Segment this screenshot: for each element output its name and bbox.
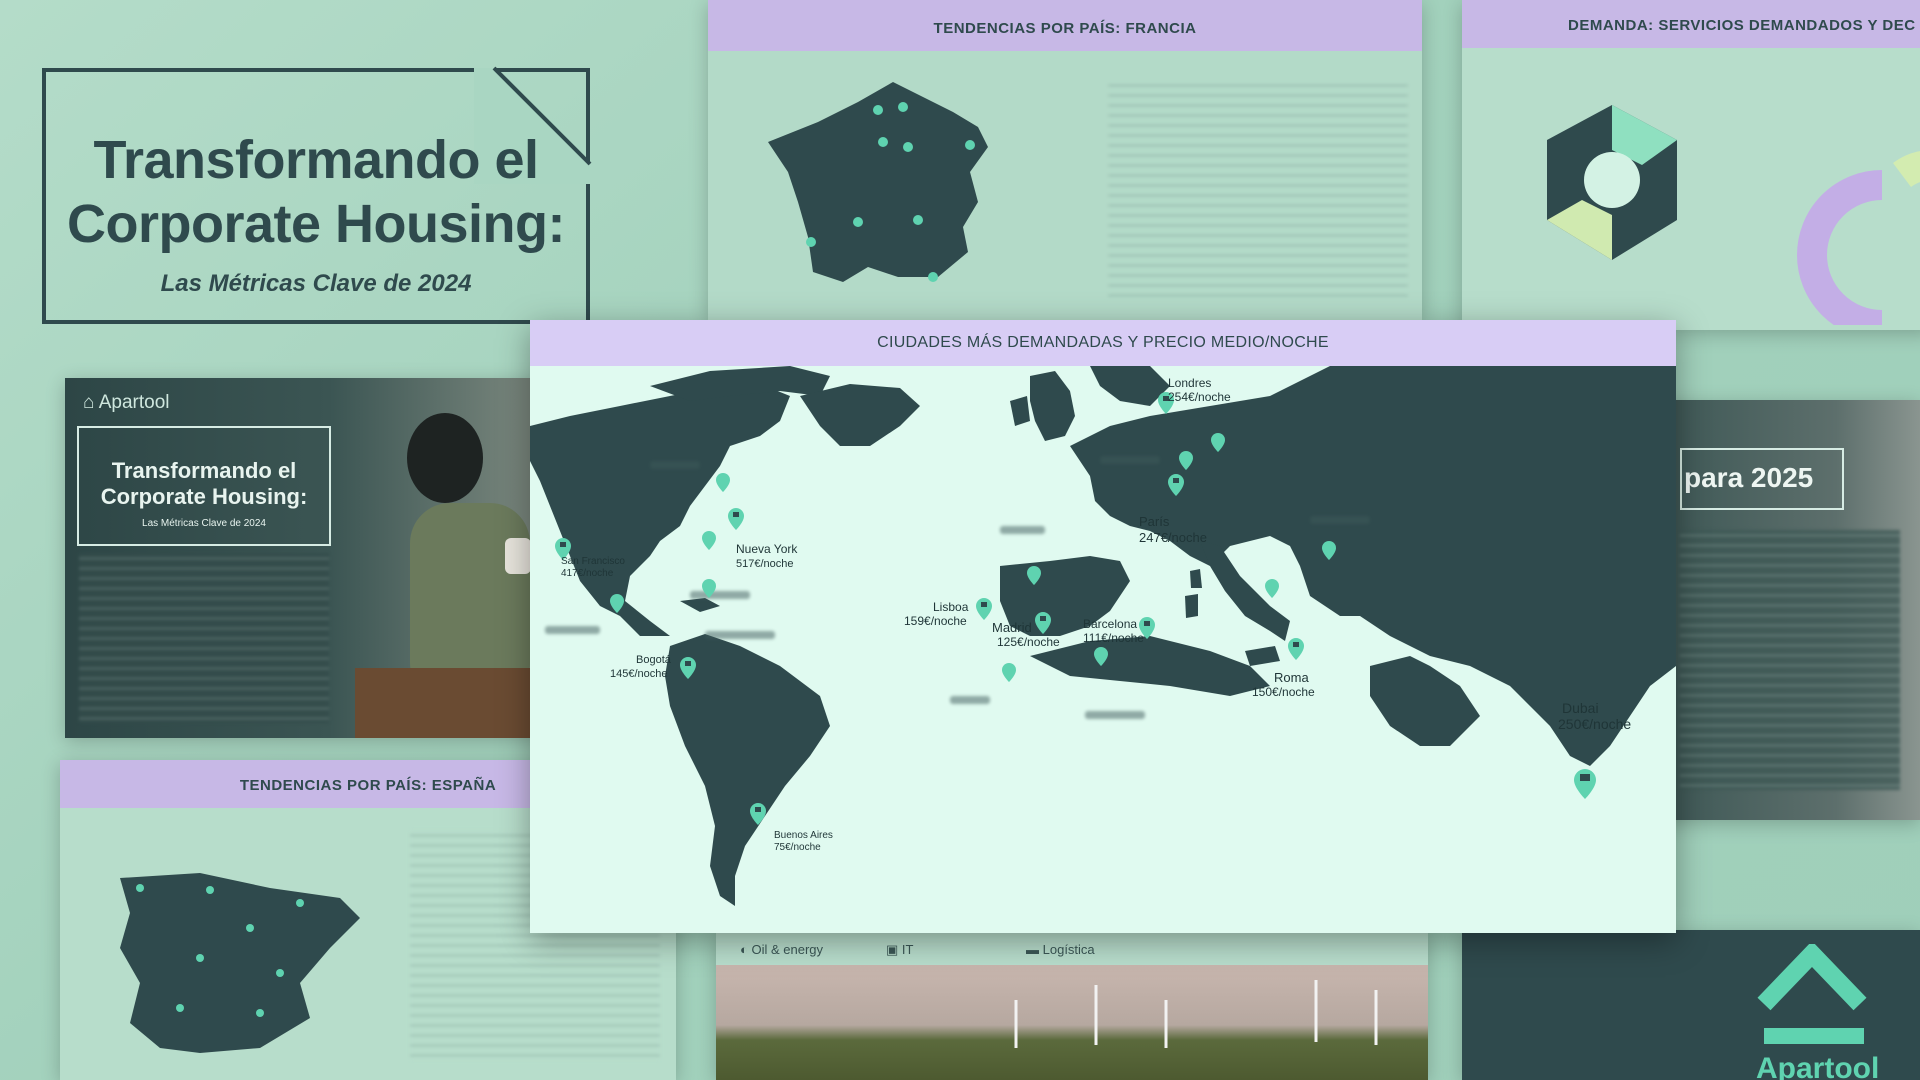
city-price-san-francisco: 417€/noche: [561, 568, 614, 579]
city-name-dubai: Dubai: [1562, 700, 1599, 716]
right-title: para 2025: [1684, 462, 1814, 493]
city-price-paris: 247€/noche: [1139, 530, 1207, 545]
city-price-madrid: 125€/noche: [997, 635, 1060, 649]
cover-title-line-2: Corporate Housing:: [100, 484, 308, 509]
city-name-nueva-york: Nueva York: [736, 542, 798, 556]
spain-header-prefix: TENDENCIAS POR PAÍS:: [239, 777, 432, 794]
city-price-buenos-aires: 75€/noche: [774, 842, 821, 853]
bottom-card: ◐ Oil & energy ▣ IT ▬ Logística: [716, 930, 1428, 1080]
demand-hex-diagram: [1547, 105, 1920, 325]
cover-brand-label: Apartool: [98, 392, 170, 413]
france-header-country: FRANCIA: [1125, 20, 1197, 37]
brand-card-label: Apartool: [1756, 1052, 1880, 1080]
city-price-nueva-york: 517€/noche: [736, 558, 794, 570]
cover-body-text: [79, 553, 329, 723]
title-heading: Transformando el Corporate Housing:: [46, 128, 586, 256]
cover-photo-person: [355, 413, 545, 738]
city-name-paris: París: [1139, 514, 1170, 529]
map-card-title: CIUDADES MÁS DEMANDADAS Y PRECIO MEDIO/N…: [530, 320, 1676, 366]
wind-turbines: [1014, 980, 1378, 1048]
title-box: Transformando el Corporate Housing: Las …: [42, 66, 592, 324]
city-name-san-francisco: San Francisco: [561, 556, 625, 567]
france-card: TENDENCIAS POR PAÍS: FRANCIA: [708, 0, 1422, 320]
city-name-lisboa: Lisboa: [933, 600, 969, 614]
city-name-roma: Roma: [1274, 670, 1309, 685]
france-card-header: TENDENCIAS POR PAÍS: FRANCIA: [708, 0, 1422, 51]
title-line-1: Transformando el: [93, 130, 539, 190]
france-header-prefix: TENDENCIAS POR PAÍS:: [933, 20, 1126, 37]
city-price-lisboa: 159€/noche: [904, 614, 967, 628]
france-body-text: [1108, 80, 1408, 300]
cover-title-box: Transformando el Corporate Housing: Las …: [77, 426, 331, 546]
cover-title-line-1: Transformando el: [111, 458, 297, 483]
city-price-barcelona: 111€/noche: [1083, 631, 1144, 645]
title-line-2: Corporate Housing:: [67, 194, 566, 254]
cover-brand: ⌂ Apartool: [83, 392, 170, 414]
cover-card: ⌂ Apartool Transformando el Corporate Ho…: [65, 378, 545, 738]
cover-title-subtitle: Las Métricas Clave de 2024: [142, 518, 266, 529]
brand-card: Apartool: [1462, 930, 1920, 1080]
right-body-text: [1680, 530, 1900, 790]
city-name-barcelona: Barcelona: [1083, 617, 1137, 631]
apartool-logo-icon: [1757, 944, 1867, 1044]
cover-logo-icon: ⌂: [83, 392, 95, 413]
city-price-dubai: 250€/noche: [1558, 716, 1631, 732]
right-card: para 2025: [1640, 400, 1920, 820]
city-name-madrid: Madrid: [992, 620, 1032, 635]
demand-header-rest: SERVICIOS DEMANDADOS Y DEC: [1658, 17, 1916, 34]
city-name-buenos-aires: Buenos Aires: [774, 830, 833, 841]
world-map: Londres 254€/noche Nueva York 517€/noche…: [530, 366, 1676, 933]
city-name-bogota: Bogotá: [636, 654, 672, 666]
demand-header-prefix: DEMANDA:: [1568, 17, 1659, 34]
demand-card-header: DEMANDA: SERVICIOS DEMANDADOS Y DEC: [1462, 0, 1920, 48]
city-price-londres: 254€/noche: [1168, 390, 1231, 404]
map-card: CIUDADES MÁS DEMANDADAS Y PRECIO MEDIO/N…: [530, 320, 1676, 933]
spain-header-country: ESPAÑA: [431, 777, 497, 794]
demand-card: DEMANDA: SERVICIOS DEMANDADOS Y DEC: [1462, 0, 1920, 330]
city-name-londres: Londres: [1168, 376, 1211, 390]
city-price-bogota: 145€/noche: [610, 668, 668, 680]
city-price-roma: 150€/noche: [1252, 685, 1315, 699]
title-subtitle: Las Métricas Clave de 2024: [160, 270, 472, 297]
